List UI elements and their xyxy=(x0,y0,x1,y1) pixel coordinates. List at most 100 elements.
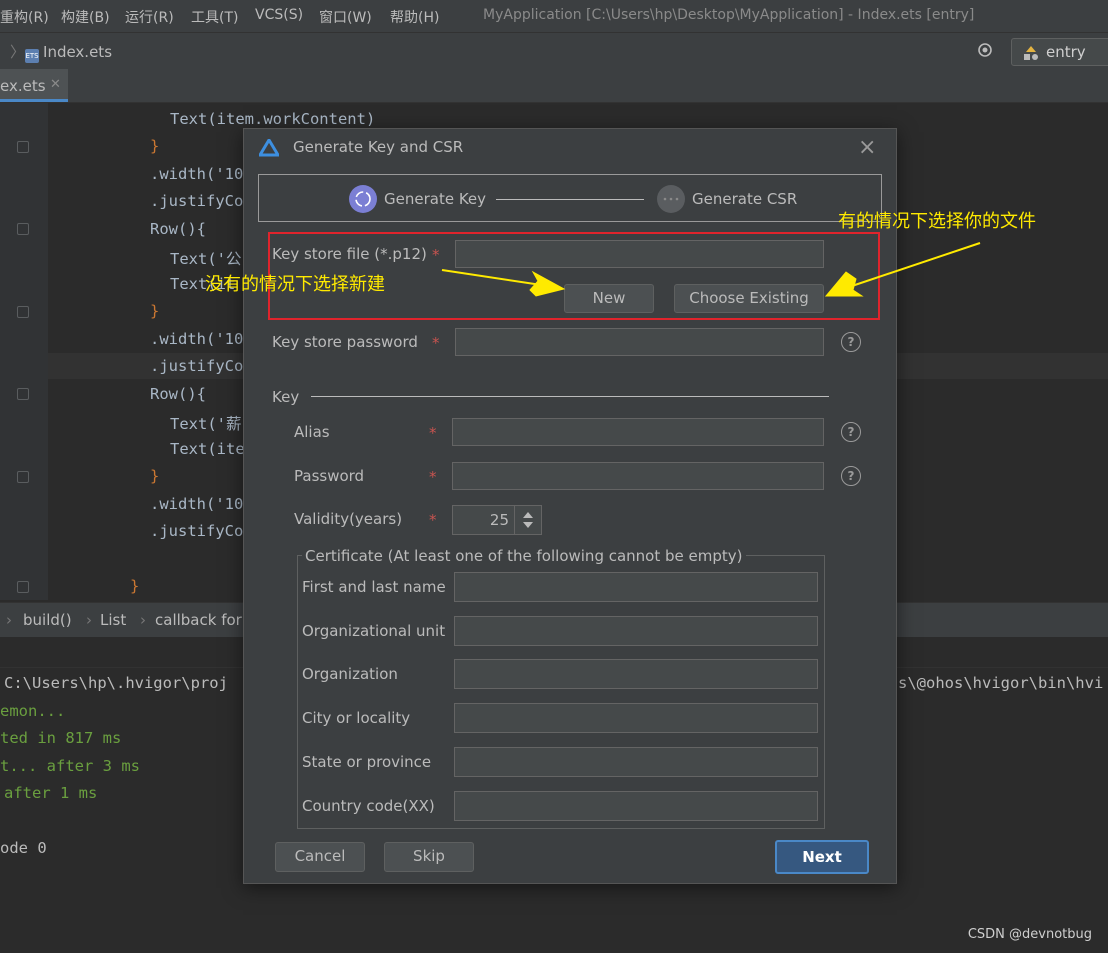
keystore-password-input[interactable] xyxy=(455,328,824,356)
code-line: Row(){ xyxy=(150,220,206,238)
menu-window[interactable]: 窗口(W) xyxy=(319,7,372,27)
key-section-title: Key xyxy=(272,388,300,406)
cert-field-label: First and last name xyxy=(302,578,446,596)
code-line: .width('10 xyxy=(150,165,244,183)
step-active-icon xyxy=(349,185,377,213)
editor-tab-strip: ex.ets ✕ xyxy=(0,69,1108,103)
watermark: CSDN @devnotbug xyxy=(967,927,1092,942)
crumb-build[interactable]: build() xyxy=(23,611,72,629)
console-line: emon... xyxy=(0,702,66,720)
nav-file-crumb[interactable]: 〉ETS Index.ets xyxy=(10,41,112,63)
cert-field-label: Organizational unit xyxy=(302,622,446,640)
code-line: } xyxy=(150,302,160,320)
menu-refactor[interactable]: 重构(R) xyxy=(0,7,49,27)
help-icon[interactable]: ? xyxy=(841,332,861,352)
code-line: Text(item.workContent) xyxy=(170,110,376,128)
console-line: after 1 ms xyxy=(4,784,98,802)
state-input[interactable] xyxy=(454,747,818,777)
code-line: } xyxy=(150,467,160,485)
close-tab-icon[interactable]: ✕ xyxy=(50,77,61,92)
annotation-new: 没有的情况下选择新建 xyxy=(205,274,385,295)
code-line: } xyxy=(150,137,160,155)
ets-file-icon: ETS xyxy=(25,49,40,63)
console-line-right: s\@ohos\hvigor\bin\hvi xyxy=(898,674,1104,692)
cancel-button[interactable]: Cancel xyxy=(275,842,365,872)
cert-field-label: State or province xyxy=(302,753,432,771)
tab-label: ex.ets xyxy=(0,77,46,95)
console-line: t... after 3 ms xyxy=(0,757,140,775)
fold-marker-icon[interactable] xyxy=(17,141,29,153)
alias-label: Alias xyxy=(294,423,330,441)
required-mark: * xyxy=(432,334,440,352)
first-last-name-input[interactable] xyxy=(454,572,818,602)
fold-marker-icon[interactable] xyxy=(17,581,29,593)
password-label: Password xyxy=(294,467,365,485)
validity-value: 25 xyxy=(489,511,509,529)
step-generate-csr: Generate CSR xyxy=(692,190,798,208)
deveco-logo-icon xyxy=(259,139,279,157)
menu-tools[interactable]: 工具(T) xyxy=(191,7,238,27)
code-line: .justifyCo xyxy=(150,192,244,210)
fold-marker-icon[interactable] xyxy=(17,388,29,400)
tab-index-ets[interactable]: ex.ets ✕ xyxy=(0,69,68,102)
code-line: Row(){ xyxy=(150,385,206,403)
console-line: ode 0 xyxy=(0,839,47,857)
code-line: .width('10 xyxy=(150,330,244,348)
cert-field-label: Organization xyxy=(302,665,398,683)
code-line: Text('公 xyxy=(170,250,242,268)
code-line: Text('薪 xyxy=(170,415,242,433)
code-line: .justifyCo xyxy=(150,522,244,540)
section-divider xyxy=(311,396,829,397)
editor-gutter xyxy=(0,103,48,600)
keystore-password-label: Key store password xyxy=(272,333,418,351)
menu-run[interactable]: 运行(R) xyxy=(125,7,174,27)
organizational-unit-input[interactable] xyxy=(454,616,818,646)
validity-spinner[interactable]: 25 xyxy=(452,505,542,535)
city-input[interactable] xyxy=(454,703,818,733)
fold-marker-icon[interactable] xyxy=(17,471,29,483)
module-icon xyxy=(1024,46,1038,60)
menu-bar: 重构(R) 构建(B) 运行(R) 工具(T) VCS(S) 窗口(W) 帮助(… xyxy=(0,0,1108,32)
nav-file-label: Index.ets xyxy=(43,43,113,61)
dialog-title: Generate Key and CSR xyxy=(293,138,464,156)
help-icon[interactable]: ? xyxy=(841,422,861,442)
crumb-callback[interactable]: callback for xyxy=(155,611,242,629)
code-line: Text(ite xyxy=(170,440,245,458)
step-generate-key: Generate Key xyxy=(384,190,487,208)
menu-vcs[interactable]: VCS(S) xyxy=(255,7,303,23)
validity-label: Validity(years) xyxy=(294,510,403,528)
console-line: ted in 817 ms xyxy=(0,729,122,747)
locate-target-icon[interactable] xyxy=(977,42,993,58)
next-button[interactable]: Next xyxy=(775,840,869,874)
close-icon[interactable]: × xyxy=(858,135,876,160)
fold-marker-icon[interactable] xyxy=(17,306,29,318)
annotation-existing: 有的情况下选择你的文件 xyxy=(838,211,1036,232)
required-mark: * xyxy=(429,511,437,529)
step-inactive-icon xyxy=(657,185,685,213)
certificate-legend: Certificate (At least one of the followi… xyxy=(302,547,746,565)
skip-button[interactable]: Skip xyxy=(384,842,474,872)
crumb-list[interactable]: List xyxy=(100,611,126,629)
code-line: } xyxy=(130,577,140,595)
help-icon[interactable]: ? xyxy=(841,466,861,486)
code-line: .justifyCo xyxy=(150,357,244,375)
cert-field-label: Country code(XX) xyxy=(302,797,435,815)
menu-help[interactable]: 帮助(H) xyxy=(390,7,439,27)
code-line: .width('10 xyxy=(150,495,244,513)
fold-marker-icon[interactable] xyxy=(17,223,29,235)
console-line: C:\Users\hp\.hvigor\proj xyxy=(4,674,228,692)
country-code-input[interactable] xyxy=(454,791,818,821)
spinner-arrows-icon[interactable] xyxy=(514,506,541,534)
step-connector xyxy=(496,199,644,200)
window-title: MyApplication [C:\Users\hp\Desktop\MyApp… xyxy=(483,7,975,23)
cert-field-label: City or locality xyxy=(302,709,411,727)
required-mark: * xyxy=(429,468,437,486)
password-input[interactable] xyxy=(452,462,824,490)
menu-build[interactable]: 构建(B) xyxy=(61,7,110,27)
run-config-label: entry xyxy=(1046,43,1086,61)
navigation-bar: 〉ETS Index.ets entry xyxy=(0,32,1108,70)
organization-input[interactable] xyxy=(454,659,818,689)
run-config-dropdown[interactable]: entry xyxy=(1011,38,1108,66)
alias-input[interactable] xyxy=(452,418,824,446)
required-mark: * xyxy=(429,424,437,442)
